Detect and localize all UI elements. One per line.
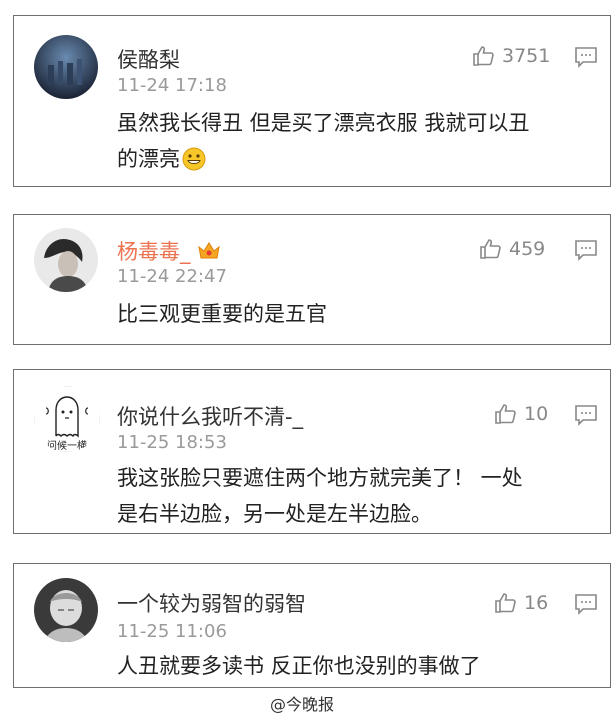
like-count: 16 (524, 592, 549, 614)
comment-line: 人丑就要多读书 反正你也没别的事做了 (117, 654, 481, 678)
timestamp: 11-25 18:53 (117, 432, 227, 453)
like-button[interactable]: 10 (494, 402, 548, 426)
comment-text: 比三观更重要的是五官 (117, 296, 597, 332)
avatar[interactable] (34, 578, 98, 642)
comment-icon (575, 594, 597, 615)
avatar[interactable] (34, 228, 98, 292)
username[interactable]: 侯酪梨 (117, 44, 180, 74)
like-button[interactable]: 3751 (472, 44, 550, 68)
comment-line: 是右半边脸，另一处是左半边脸。 (117, 502, 432, 526)
smile-emoji-icon (182, 146, 206, 182)
watermark: @今晚报 (270, 695, 335, 714)
comment-text: 人丑就要多读书 反正你也没别的事做了 (117, 648, 597, 684)
comment-icon (575, 240, 597, 261)
comment-line: 我这张脸只要遮住两个地方就完美了！ 一处 (117, 466, 523, 490)
comment-line: 虽然我长得丑 但是买了漂亮衣服 我就可以丑 (117, 111, 530, 135)
comment-line: 比三观更重要的是五官 (117, 302, 327, 326)
reply-button[interactable] (574, 404, 598, 430)
avatar[interactable]: 问候一横 (34, 386, 100, 452)
like-count: 3751 (502, 45, 551, 67)
comment-icon (575, 405, 597, 426)
comment-card: 问候一横 你说什么我听不清-_ 11-25 18:53 10 我这张脸只要遮住两… (13, 369, 611, 534)
username[interactable]: 一个较为弱智的弱智 (117, 588, 306, 618)
like-button[interactable]: 16 (494, 591, 548, 615)
comment-card: 侯酪梨 11-24 17:18 3751 虽然我长得丑 但是买了漂亮衣服 我就可… (13, 15, 611, 187)
thumbs-up-icon (495, 404, 516, 424)
avatar[interactable] (34, 35, 98, 99)
comment-text: 我这张脸只要遮住两个地方就完美了！ 一处 是右半边脸，另一处是左半边脸。 (117, 460, 597, 532)
timestamp: 11-24 17:18 (117, 75, 227, 96)
comment-line-with-emoji: 的漂亮 (117, 141, 597, 182)
comment-text: 虽然我长得丑 但是买了漂亮衣服 我就可以丑 的漂亮 (117, 105, 597, 182)
like-button[interactable]: 459 (479, 237, 545, 261)
reply-button[interactable] (574, 46, 598, 72)
username[interactable]: 你说什么我听不清-_ (117, 401, 303, 431)
comment-card: 杨毒毒_ 11-24 22:47 459 比三观更重要的是五官 (13, 214, 611, 345)
comment-icon (575, 47, 597, 68)
reply-button[interactable] (574, 239, 598, 265)
thumbs-up-icon (473, 46, 494, 66)
reply-button[interactable] (574, 593, 598, 619)
thumbs-up-icon (480, 239, 501, 259)
timestamp: 11-24 22:47 (117, 266, 227, 287)
like-count: 459 (509, 238, 546, 260)
timestamp: 11-25 11:06 (117, 621, 227, 642)
comment-card: 一个较为弱智的弱智 11-25 11:06 16 人丑就要多读书 反正你也没别的… (13, 563, 611, 688)
avatar-caption: 问候一横 (47, 441, 87, 452)
like-count: 10 (524, 403, 549, 425)
crown-badge-icon (197, 241, 221, 266)
username[interactable]: 杨毒毒_ (117, 236, 221, 266)
thumbs-up-icon (495, 593, 516, 613)
